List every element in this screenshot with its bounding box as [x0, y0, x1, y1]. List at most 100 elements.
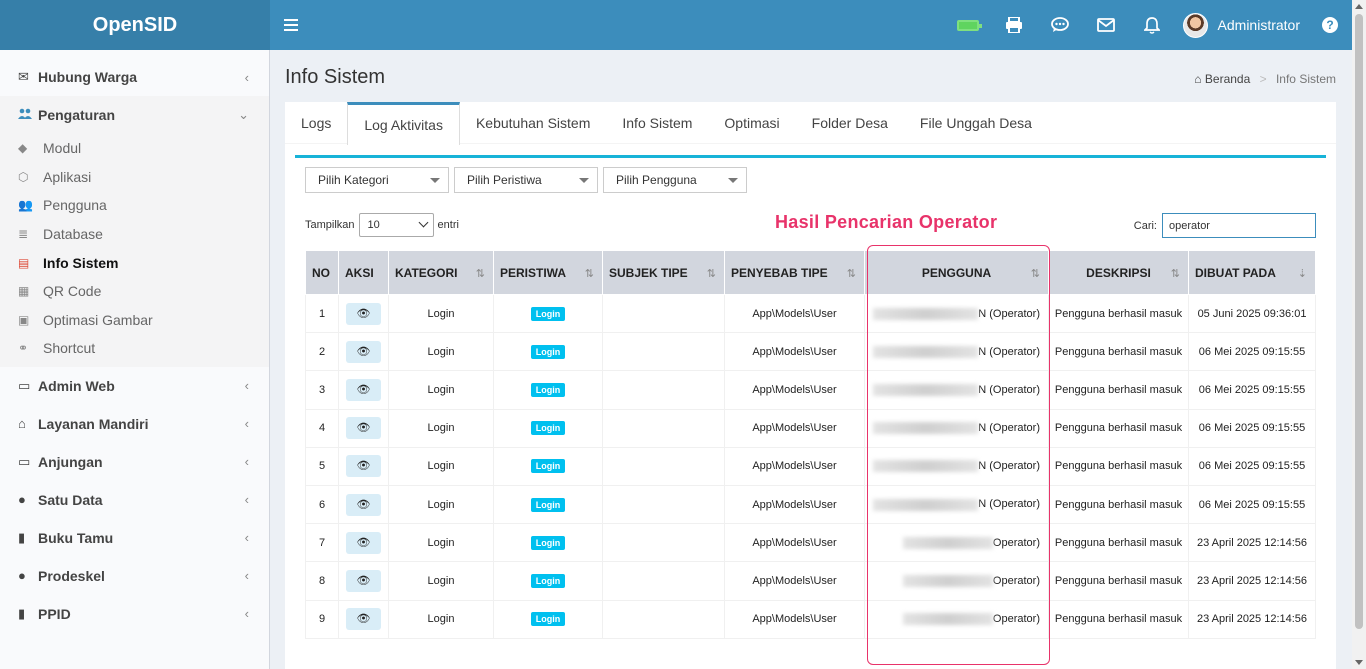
- sidebar-item-hubung-warga[interactable]: ✉ Hubung Warga ‹: [0, 58, 269, 96]
- cell-kategori: Login: [388, 446, 494, 486]
- view-button[interactable]: 👁: [346, 569, 381, 592]
- sidebar-item-satu-data[interactable]: ● Satu Data ‹: [0, 481, 269, 519]
- scroll-up-arrow[interactable]: [1355, 4, 1363, 9]
- caret-down-icon: [579, 178, 589, 183]
- chevron-left-icon: ‹: [244, 416, 249, 432]
- book-icon: ▮: [18, 529, 26, 545]
- breadcrumb-separator: >: [1259, 72, 1267, 86]
- cell-aksi: 👁: [338, 561, 389, 601]
- view-button[interactable]: 👁: [346, 493, 381, 516]
- col-peristiwa[interactable]: PERISTIWA ⇅: [493, 250, 603, 295]
- chevron-left-icon: ‹: [244, 69, 249, 85]
- view-button[interactable]: 👁: [346, 340, 381, 363]
- view-button[interactable]: 👁: [346, 608, 381, 631]
- page-scrollbar[interactable]: [1352, 0, 1366, 669]
- page-length-select[interactable]: 10: [358, 213, 434, 237]
- desktop-icon: ▭: [18, 377, 31, 393]
- col-dibuat-pada[interactable]: DIBUAT PADA ⇣: [1188, 250, 1316, 295]
- print-icon[interactable]: [991, 0, 1037, 50]
- sidebar-item-ppid[interactable]: ▮ PPID ‹: [0, 595, 269, 633]
- view-button[interactable]: 👁: [346, 417, 381, 440]
- view-button[interactable]: 👁: [346, 378, 381, 401]
- sidebar-item-layanan-mandiri[interactable]: ⌂ Layanan Mandiri ‹: [0, 405, 269, 443]
- brand-logo[interactable]: OpenSID: [0, 0, 270, 50]
- view-button[interactable]: 👁: [346, 302, 381, 325]
- inbox-icon: ⌂: [18, 416, 26, 432]
- col-pengguna[interactable]: PENGGUNA ⇅: [864, 250, 1049, 295]
- sidebar-item-anjungan[interactable]: ▭ Anjungan ‹: [0, 443, 269, 481]
- table-row: 7 👁 Login Login App\Models\User Operator) Peng…: [305, 523, 1316, 563]
- cell-deskripsi: Pengguna berhasil masuk: [1048, 599, 1189, 639]
- sidebar-item-prodeskel[interactable]: ● Prodeskel ‹: [0, 557, 269, 595]
- sidebar-item-label: Anjungan: [38, 453, 103, 470]
- cell-dibuat-pada: 06 Mei 2025 09:15:55: [1188, 484, 1316, 525]
- search-input[interactable]: operator: [1162, 213, 1316, 238]
- users-icon: 👥: [18, 198, 33, 213]
- chevron-left-icon: ‹: [244, 568, 249, 584]
- filter-pengguna-select[interactable]: Pilih Pengguna: [603, 167, 747, 193]
- cell-subjek-tipe: [602, 561, 725, 601]
- book-icon: ▮: [18, 605, 26, 621]
- col-kategori[interactable]: KATEGORI ⇅: [388, 250, 494, 295]
- sort-icon: ⇅: [846, 268, 856, 280]
- user-menu[interactable]: Administrator: [1182, 12, 1300, 38]
- sidebar-toggle-icon[interactable]: [284, 15, 304, 36]
- user-role: N (Operator): [978, 307, 1040, 320]
- eye-icon: 👁: [356, 498, 371, 511]
- filter-kategori-select[interactable]: Pilih Kategori: [305, 167, 449, 193]
- battery-icon[interactable]: [945, 0, 991, 50]
- envelope-icon[interactable]: [1083, 0, 1129, 50]
- cell-aksi: 👁: [338, 370, 389, 410]
- cell-peristiwa: Login: [493, 408, 603, 448]
- col-no[interactable]: NO: [305, 250, 339, 295]
- tab-optimasi[interactable]: Optimasi: [708, 102, 795, 144]
- sidebar-item-label: Satu Data: [38, 491, 103, 508]
- cell-no: 7: [305, 523, 339, 563]
- cell-penyebab-tipe: App\Models\User: [724, 523, 865, 563]
- sidebar-item-buku-tamu[interactable]: ▮ Buku Tamu ‹: [0, 519, 269, 557]
- view-button[interactable]: 👁: [346, 531, 381, 554]
- redacted-name: [873, 498, 979, 511]
- view-button[interactable]: 👁: [346, 455, 381, 478]
- col-deskripsi[interactable]: DESKRIPSI ⇅: [1048, 250, 1189, 295]
- table-header-row: NO AKSI KATEGORI ⇅ PERISTIWA ⇅ SUBJEK TIPE…: [305, 250, 1316, 295]
- sidebar-subitem-qr-code[interactable]: ▦ QR Code: [0, 277, 269, 306]
- sidebar-subitem-info-sistem[interactable]: ▤ Info Sistem: [0, 248, 269, 277]
- bell-icon[interactable]: [1129, 0, 1175, 50]
- cell-peristiwa: Login: [493, 484, 603, 525]
- sidebar-subitem-aplikasi[interactable]: ⬡ Aplikasi: [0, 163, 269, 192]
- scroll-thumb[interactable]: [1355, 14, 1363, 629]
- sidebar-subitem-database[interactable]: ≣ Database: [0, 220, 269, 249]
- cell-no: 8: [305, 561, 339, 601]
- tab-folder-desa[interactable]: Folder Desa: [796, 102, 904, 144]
- col-penyebab-tipe[interactable]: PENYEBAB TIPE ⇅: [724, 250, 865, 295]
- breadcrumb-home[interactable]: Beranda: [1205, 72, 1250, 86]
- cell-subjek-tipe: [602, 523, 725, 563]
- help-icon[interactable]: ?: [1322, 17, 1338, 33]
- cell-kategori: Login: [388, 408, 494, 448]
- sidebar-subitem-shortcut[interactable]: ⚭ Shortcut: [0, 334, 269, 363]
- tab-log-aktivitas[interactable]: Log Aktivitas: [347, 102, 460, 145]
- cell-kategori: Login: [388, 293, 494, 334]
- filter-peristiwa-select[interactable]: Pilih Peristiwa: [454, 167, 598, 193]
- tab-file-unggah-desa[interactable]: File Unggah Desa: [904, 102, 1048, 144]
- sidebar-item-pengaturan[interactable]: Pengaturan ⌄: [0, 96, 269, 134]
- sidebar-subitem-optimasi-gambar[interactable]: ▣ Optimasi Gambar: [0, 306, 269, 335]
- eye-icon: 👁: [356, 383, 371, 396]
- qrcode-icon: ▦: [18, 284, 30, 299]
- tab-kebutuhan-sistem[interactable]: Kebutuhan Sistem: [460, 102, 606, 144]
- tab-info-sistem[interactable]: Info Sistem: [606, 102, 708, 144]
- chat-icon[interactable]: [1037, 0, 1083, 50]
- col-aksi: AKSI: [338, 250, 389, 295]
- col-subjek-tipe[interactable]: SUBJEK TIPE ⇅: [602, 250, 725, 295]
- sidebar-subitem-pengguna[interactable]: 👥 Pengguna: [0, 191, 269, 220]
- sidebar-subitem-modul[interactable]: ◆ Modul: [0, 134, 269, 163]
- cell-pengguna: N (Operator): [864, 332, 1049, 372]
- scroll-down-arrow[interactable]: [1355, 660, 1363, 665]
- sidebar-item-admin-web[interactable]: ▭ Admin Web ‹: [0, 367, 269, 405]
- tab-bar: Logs Log Aktivitas Kebutuhan Sistem Info…: [285, 102, 1336, 145]
- event-badge: Login: [530, 535, 566, 550]
- cell-no: 4: [305, 408, 339, 448]
- tab-logs[interactable]: Logs: [285, 102, 347, 144]
- chevron-left-icon: ‹: [244, 378, 249, 394]
